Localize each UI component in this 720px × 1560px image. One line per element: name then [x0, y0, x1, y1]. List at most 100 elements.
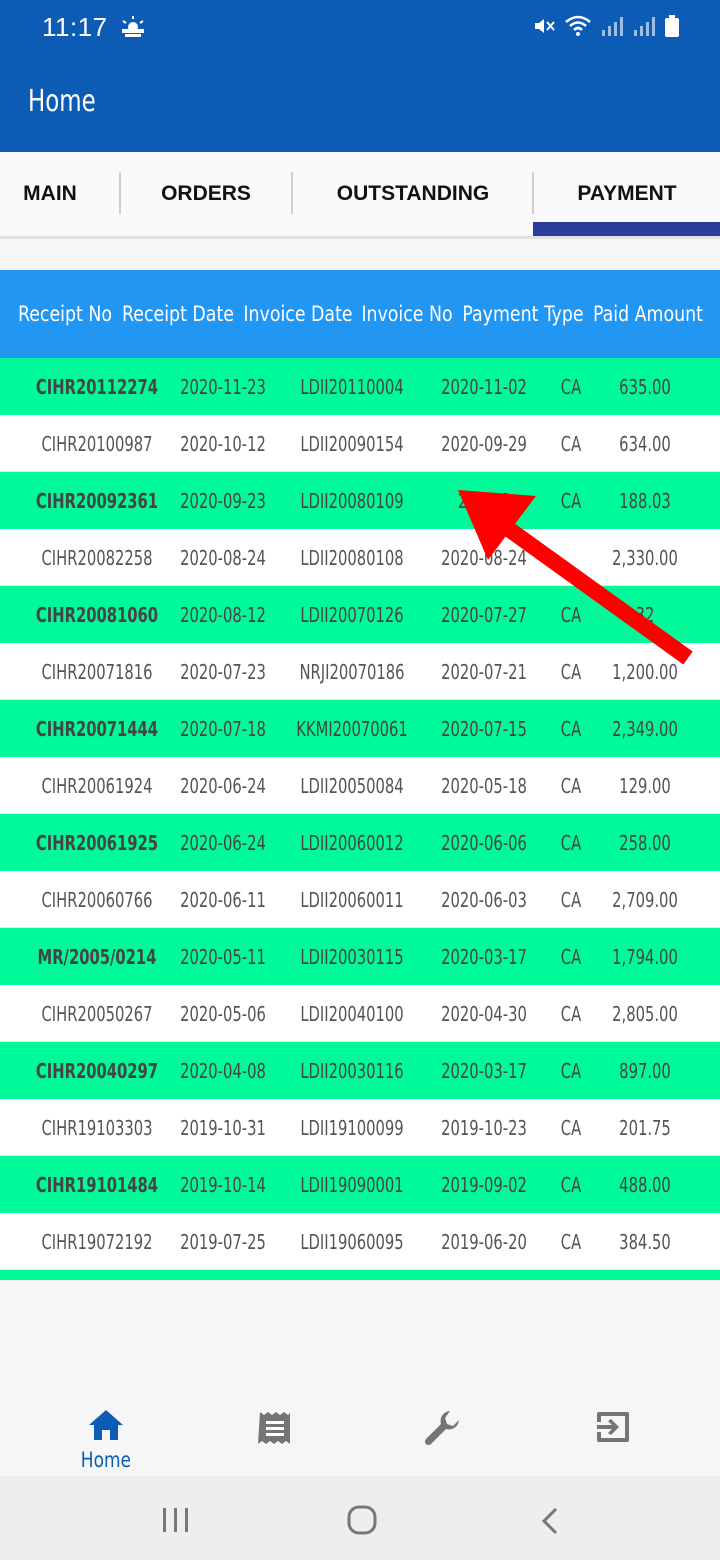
back-icon[interactable] — [538, 1506, 562, 1540]
cell-paid-amount: 1,200.00 — [612, 660, 678, 684]
home-icon — [87, 1408, 125, 1446]
bottom-navigation: Home — [0, 1384, 720, 1476]
cell-invoice-date: 2020-03-17 — [441, 945, 527, 969]
cell-payment-type: CA — [560, 1002, 582, 1026]
table-row[interactable]: CIHR20081060 2020-08-12 LDII20070126 2020-0… — [0, 586, 720, 643]
cell-receipt-no: CIHR20081060 — [35, 603, 159, 627]
cell-receipt-date: 2020-06-24 — [180, 831, 266, 855]
table-row[interactable]: CIHR20082258 2020-08-24 LDII20080108 2020-0… — [0, 529, 720, 586]
cell-paid-amount: 201.75 — [619, 1116, 671, 1140]
cell-receipt-date: 2019-10-31 — [180, 1116, 266, 1140]
cell-invoice-no: LDII20040100 — [300, 1002, 404, 1026]
cell-invoice-date: 2020-03-17 — [441, 1059, 527, 1083]
cell-invoice-no: LDII19090001 — [300, 1173, 404, 1197]
cell-payment-type: CA — [560, 1173, 582, 1197]
cell-receipt-no: CIHR20061925 — [35, 831, 159, 855]
cell-payment-type: CA — [560, 1230, 582, 1254]
table-row[interactable]: CIHR20050267 2020-05-06 LDII20040100 2020-0… — [0, 985, 720, 1042]
cell-payment-type: CA — [560, 489, 582, 513]
col-receipt-date[interactable]: Receipt Date — [122, 270, 234, 358]
table-row[interactable]: CIHR20061924 2020-06-24 LDII20050084 2020-0… — [0, 757, 720, 814]
cell-receipt-no: CIHR19072192 — [41, 1230, 153, 1254]
cell-payment-type: CA — [560, 603, 582, 627]
cell-receipt-date: 2020-09-23 — [180, 489, 266, 513]
cell-receipt-date: 2019-07-25 — [180, 1230, 266, 1254]
cell-invoice-date: 2019-10-23 — [441, 1116, 527, 1140]
cell-invoice-no: LDII20080109 — [300, 489, 404, 513]
table-row[interactable]: CIHR20092361 2020-09-23 LDII20080109 2020-0… — [0, 472, 720, 529]
recents-icon[interactable] — [161, 1506, 191, 1538]
cell-payment-type: CA — [560, 945, 582, 969]
table-row[interactable]: CIHR19103303 2019-10-31 LDII19100099 2019-1… — [0, 1099, 720, 1156]
tab-main[interactable]: MAIN — [0, 152, 100, 236]
cell-paid-amount: 188.03 — [619, 489, 671, 513]
app-bar: 11:17 Home — [0, 0, 720, 152]
cell-invoice-no: KKMI20070061 — [296, 717, 408, 741]
cell-receipt-date: 2020-06-24 — [180, 774, 266, 798]
cell-invoice-no: LDII20110004 — [300, 375, 404, 399]
cell-payment-type — [546, 543, 595, 573]
cell-receipt-date: 2020-05-06 — [180, 1002, 266, 1026]
cell-receipt-no: CIHR19101484 — [35, 1173, 159, 1197]
table-row[interactable]: CIHR19101484 2019-10-14 LDII19090001 2019-0… — [0, 1156, 720, 1213]
cell-paid-amount: 488.00 — [619, 1173, 671, 1197]
cell-payment-type: CA — [560, 375, 582, 399]
cell-receipt-no: CIHR20060766 — [41, 888, 153, 912]
cell-receipt-date: 2020-10-12 — [180, 432, 266, 456]
col-invoice-no[interactable]: Invoice No — [361, 270, 453, 358]
home-circle-icon[interactable] — [346, 1504, 378, 1540]
tab-selected-indicator — [533, 222, 720, 236]
cell-receipt-date: 2020-05-11 — [180, 945, 266, 969]
cell-receipt-no: MR/2005/0214 — [37, 945, 157, 969]
battery-icon — [664, 14, 680, 42]
table-row[interactable]: CIHR20100987 2020-10-12 LDII20090154 2020-0… — [0, 415, 720, 472]
cell-invoice-date: 2020-06-06 — [441, 831, 527, 855]
cell-paid-amount: 32 — [635, 603, 655, 627]
cell-invoice-no: LDII19060095 — [300, 1230, 404, 1254]
cell-invoice-date: 2020-0 — [457, 489, 511, 513]
cell-invoice-date: 2020-07-21 — [441, 660, 527, 684]
partly-cloudy-icon — [120, 14, 146, 42]
table-row[interactable]: CIHR19072192 2019-07-25 LDII19060095 2019-0… — [0, 1213, 720, 1270]
cell-receipt-date: 2020-08-24 — [180, 546, 266, 570]
table-row[interactable]: CIHR20112274 2020-11-23 LDII20110004 2020-1… — [0, 358, 720, 415]
col-receipt-no[interactable]: Receipt No — [14, 270, 115, 358]
cell-paid-amount: 129.00 — [619, 774, 671, 798]
table-end-strip — [0, 1270, 720, 1280]
cell-invoice-no: LDII20030115 — [300, 945, 404, 969]
table-row[interactable]: CIHR20060766 2020-06-11 LDII20060011 2020-0… — [0, 871, 720, 928]
table-row[interactable]: CIHR20061925 2020-06-24 LDII20060012 2020-0… — [0, 814, 720, 871]
cell-receipt-no: CIHR20092361 — [35, 489, 159, 513]
cell-payment-type: CA — [560, 774, 582, 798]
cell-invoice-no: LDII20060011 — [300, 888, 404, 912]
table-row[interactable]: CIHR20071816 2020-07-23 NRJI20070186 2020-0… — [0, 643, 720, 700]
table-row[interactable]: MR/2005/0214 2020-05-11 LDII20030115 2020-0… — [0, 928, 720, 985]
cell-receipt-no: CIHR20082258 — [41, 546, 153, 570]
wrench-icon — [422, 1408, 464, 1454]
nav-logout[interactable] — [553, 1384, 673, 1476]
status-icons — [532, 14, 680, 42]
table-row[interactable]: CIHR20071444 2020-07-18 KKMI20070061 2020-0… — [0, 700, 720, 757]
cell-invoice-no: LDII20050084 — [300, 774, 404, 798]
nav-receipts[interactable] — [215, 1384, 335, 1476]
tab-orders[interactable]: ORDERS — [121, 152, 291, 236]
cell-paid-amount: 2,709.00 — [612, 888, 678, 912]
col-invoice-date[interactable]: Invoice Date — [243, 270, 353, 358]
cell-receipt-date: 2020-08-12 — [180, 603, 266, 627]
tab-outstanding[interactable]: OUTSTANDING — [293, 152, 533, 236]
cell-payment-type: CA — [560, 1116, 582, 1140]
table-row[interactable]: CIHR20040297 2020-04-08 LDII20030116 2020-0… — [0, 1042, 720, 1099]
cell-paid-amount: 897.00 — [619, 1059, 671, 1083]
cell-paid-amount: 1,794.00 — [612, 945, 678, 969]
nav-home[interactable]: Home — [46, 1384, 166, 1476]
col-payment-type[interactable]: Payment Type — [462, 270, 583, 358]
cell-invoice-date: 2019-06-20 — [441, 1230, 527, 1254]
cell-receipt-no: CIHR20050267 — [41, 1002, 153, 1026]
cell-payment-type: CA — [560, 660, 582, 684]
cell-invoice-date: 2020-07-27 — [441, 603, 527, 627]
cell-receipt-no: CIHR19103303 — [41, 1116, 153, 1140]
nav-tools[interactable] — [383, 1384, 503, 1476]
col-paid-amount[interactable]: Paid Amount — [593, 270, 703, 358]
cell-paid-amount: 258.00 — [619, 831, 671, 855]
cell-paid-amount: 2,349.00 — [612, 717, 678, 741]
